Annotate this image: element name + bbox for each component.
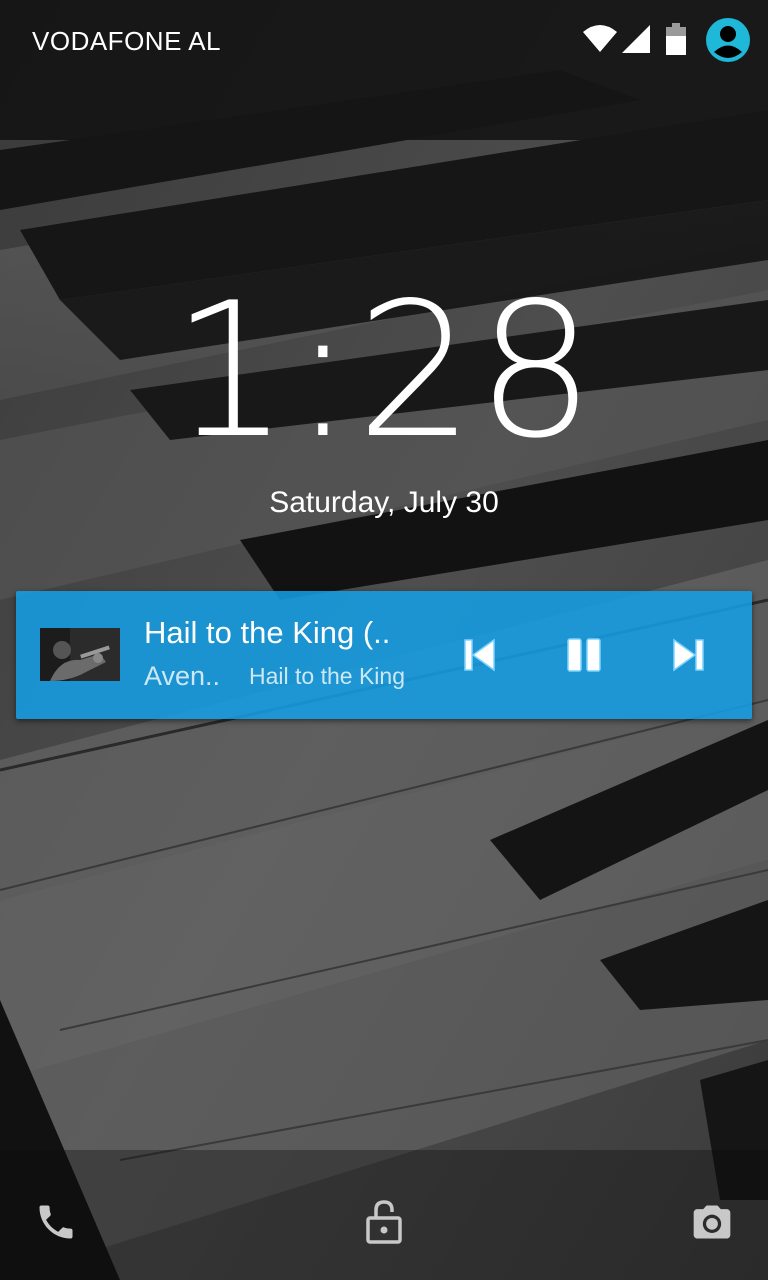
track-album: Hail to the King: [249, 663, 405, 689]
phone-icon: [39, 1205, 73, 1239]
status-bar: VODAFONE AL: [0, 0, 768, 82]
pause-icon: [567, 638, 601, 672]
user-icon[interactable]: [705, 17, 751, 63]
lock-open-icon: [366, 1200, 402, 1244]
previous-icon: [464, 638, 495, 672]
battery-icon: [666, 23, 686, 55]
next-icon: [673, 638, 704, 672]
media-notification[interactable]: Hail to the King (.. Aven.. Hail to the …: [16, 591, 752, 719]
lockscreen-date: Saturday, July 30: [269, 486, 499, 519]
lockscreen-clock: 1:28: [171, 262, 597, 479]
wifi-icon: [583, 25, 617, 52]
phone-shortcut-button[interactable]: [34, 1200, 78, 1249]
camera-shortcut-button[interactable]: [690, 1200, 734, 1249]
track-title: Hail to the King (..: [144, 615, 391, 650]
next-track-button[interactable]: [664, 631, 712, 679]
pause-button[interactable]: [560, 631, 608, 679]
unlock-button[interactable]: [364, 1198, 404, 1251]
signal-icon: [622, 25, 650, 53]
previous-track-button[interactable]: [456, 631, 504, 679]
track-artist: Aven..: [144, 661, 221, 691]
camera-icon: [693, 1205, 731, 1239]
carrier-name: VODAFONE AL: [32, 26, 221, 56]
album-art-image: [40, 628, 120, 681]
